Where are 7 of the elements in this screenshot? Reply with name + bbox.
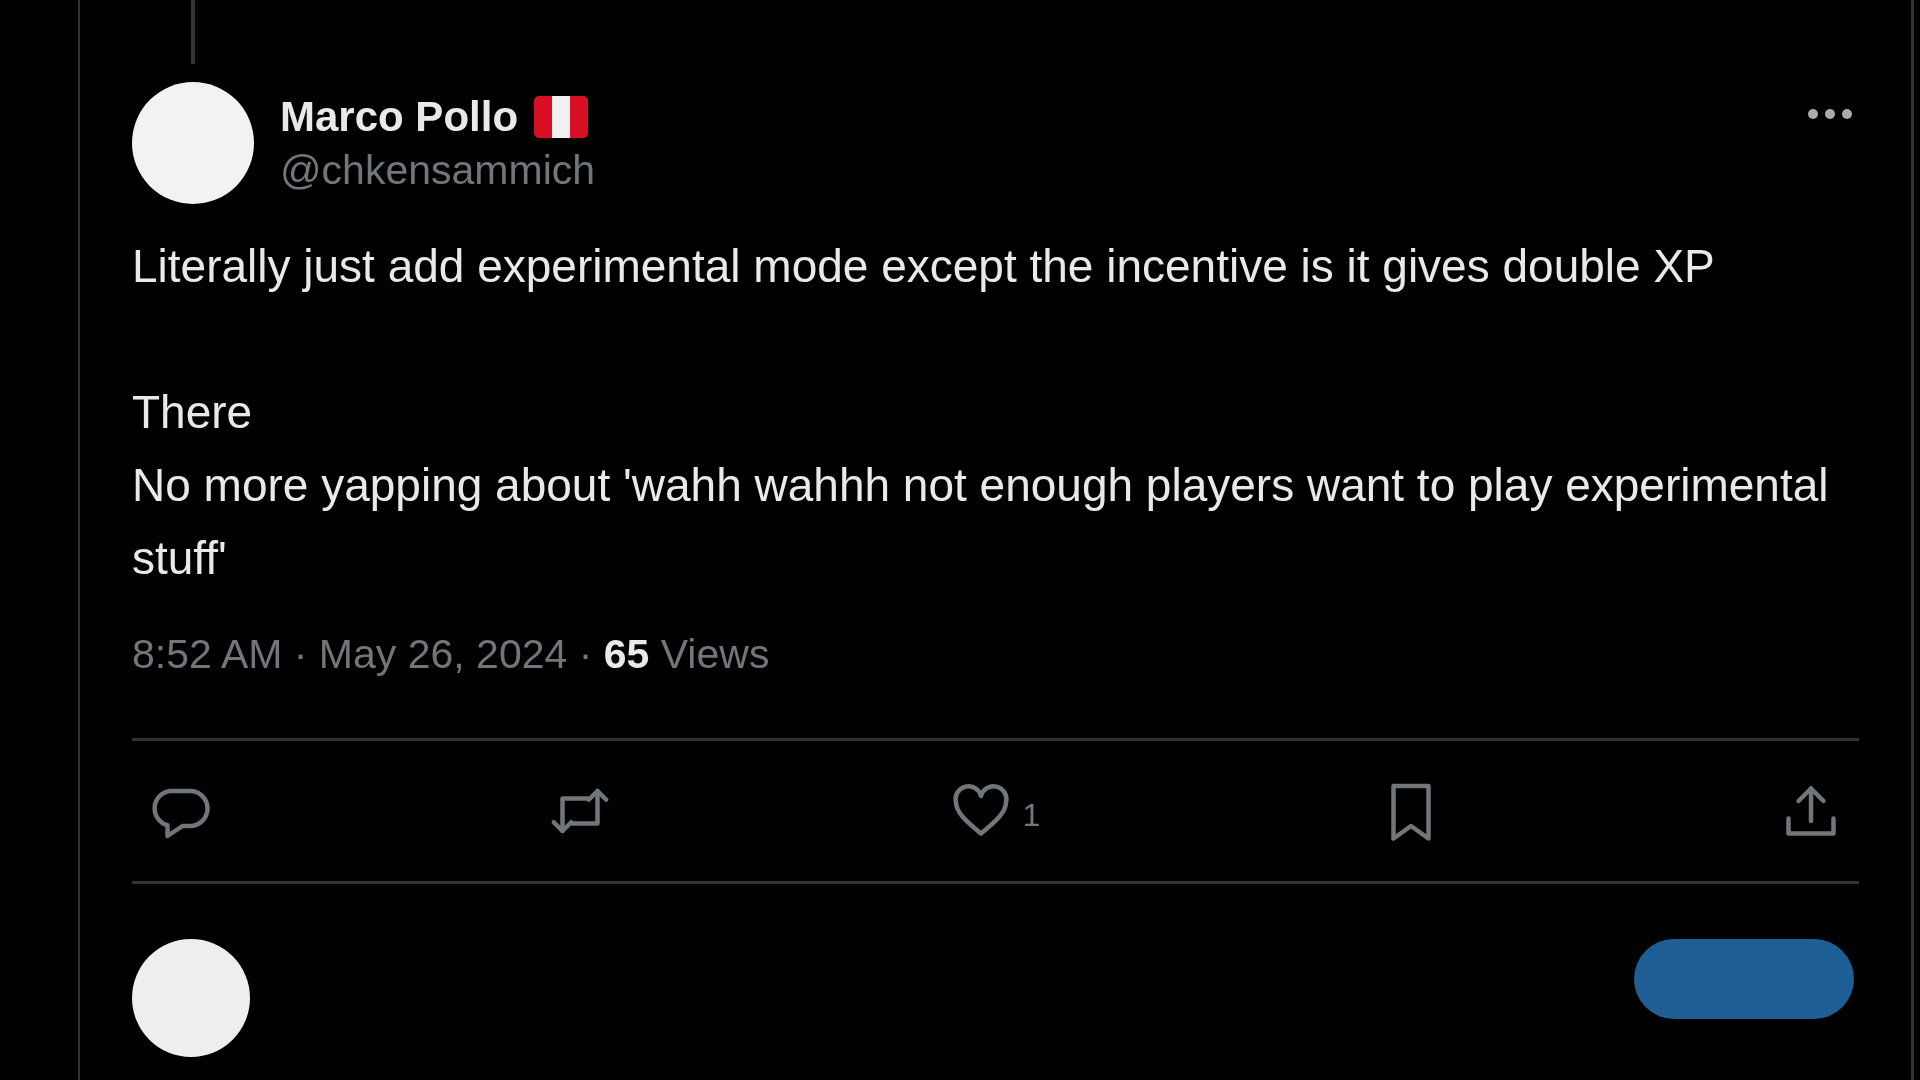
more-icon xyxy=(1807,108,1853,120)
like-button[interactable]: 1 xyxy=(950,781,1041,841)
post-text: Literally just add experimental mode except the incentive is it gives double XP There No more yapping about 'wahh wahhh not enough players want to play experimental stuff' xyxy=(132,239,1830,586)
post-info: 8:52 AM · May 26, 2024 · 65 Views xyxy=(132,631,771,678)
display-name[interactable]: Marco Pollo xyxy=(280,92,519,141)
user-handle[interactable]: @chkensammich xyxy=(280,146,596,194)
flag-icon xyxy=(534,95,589,138)
